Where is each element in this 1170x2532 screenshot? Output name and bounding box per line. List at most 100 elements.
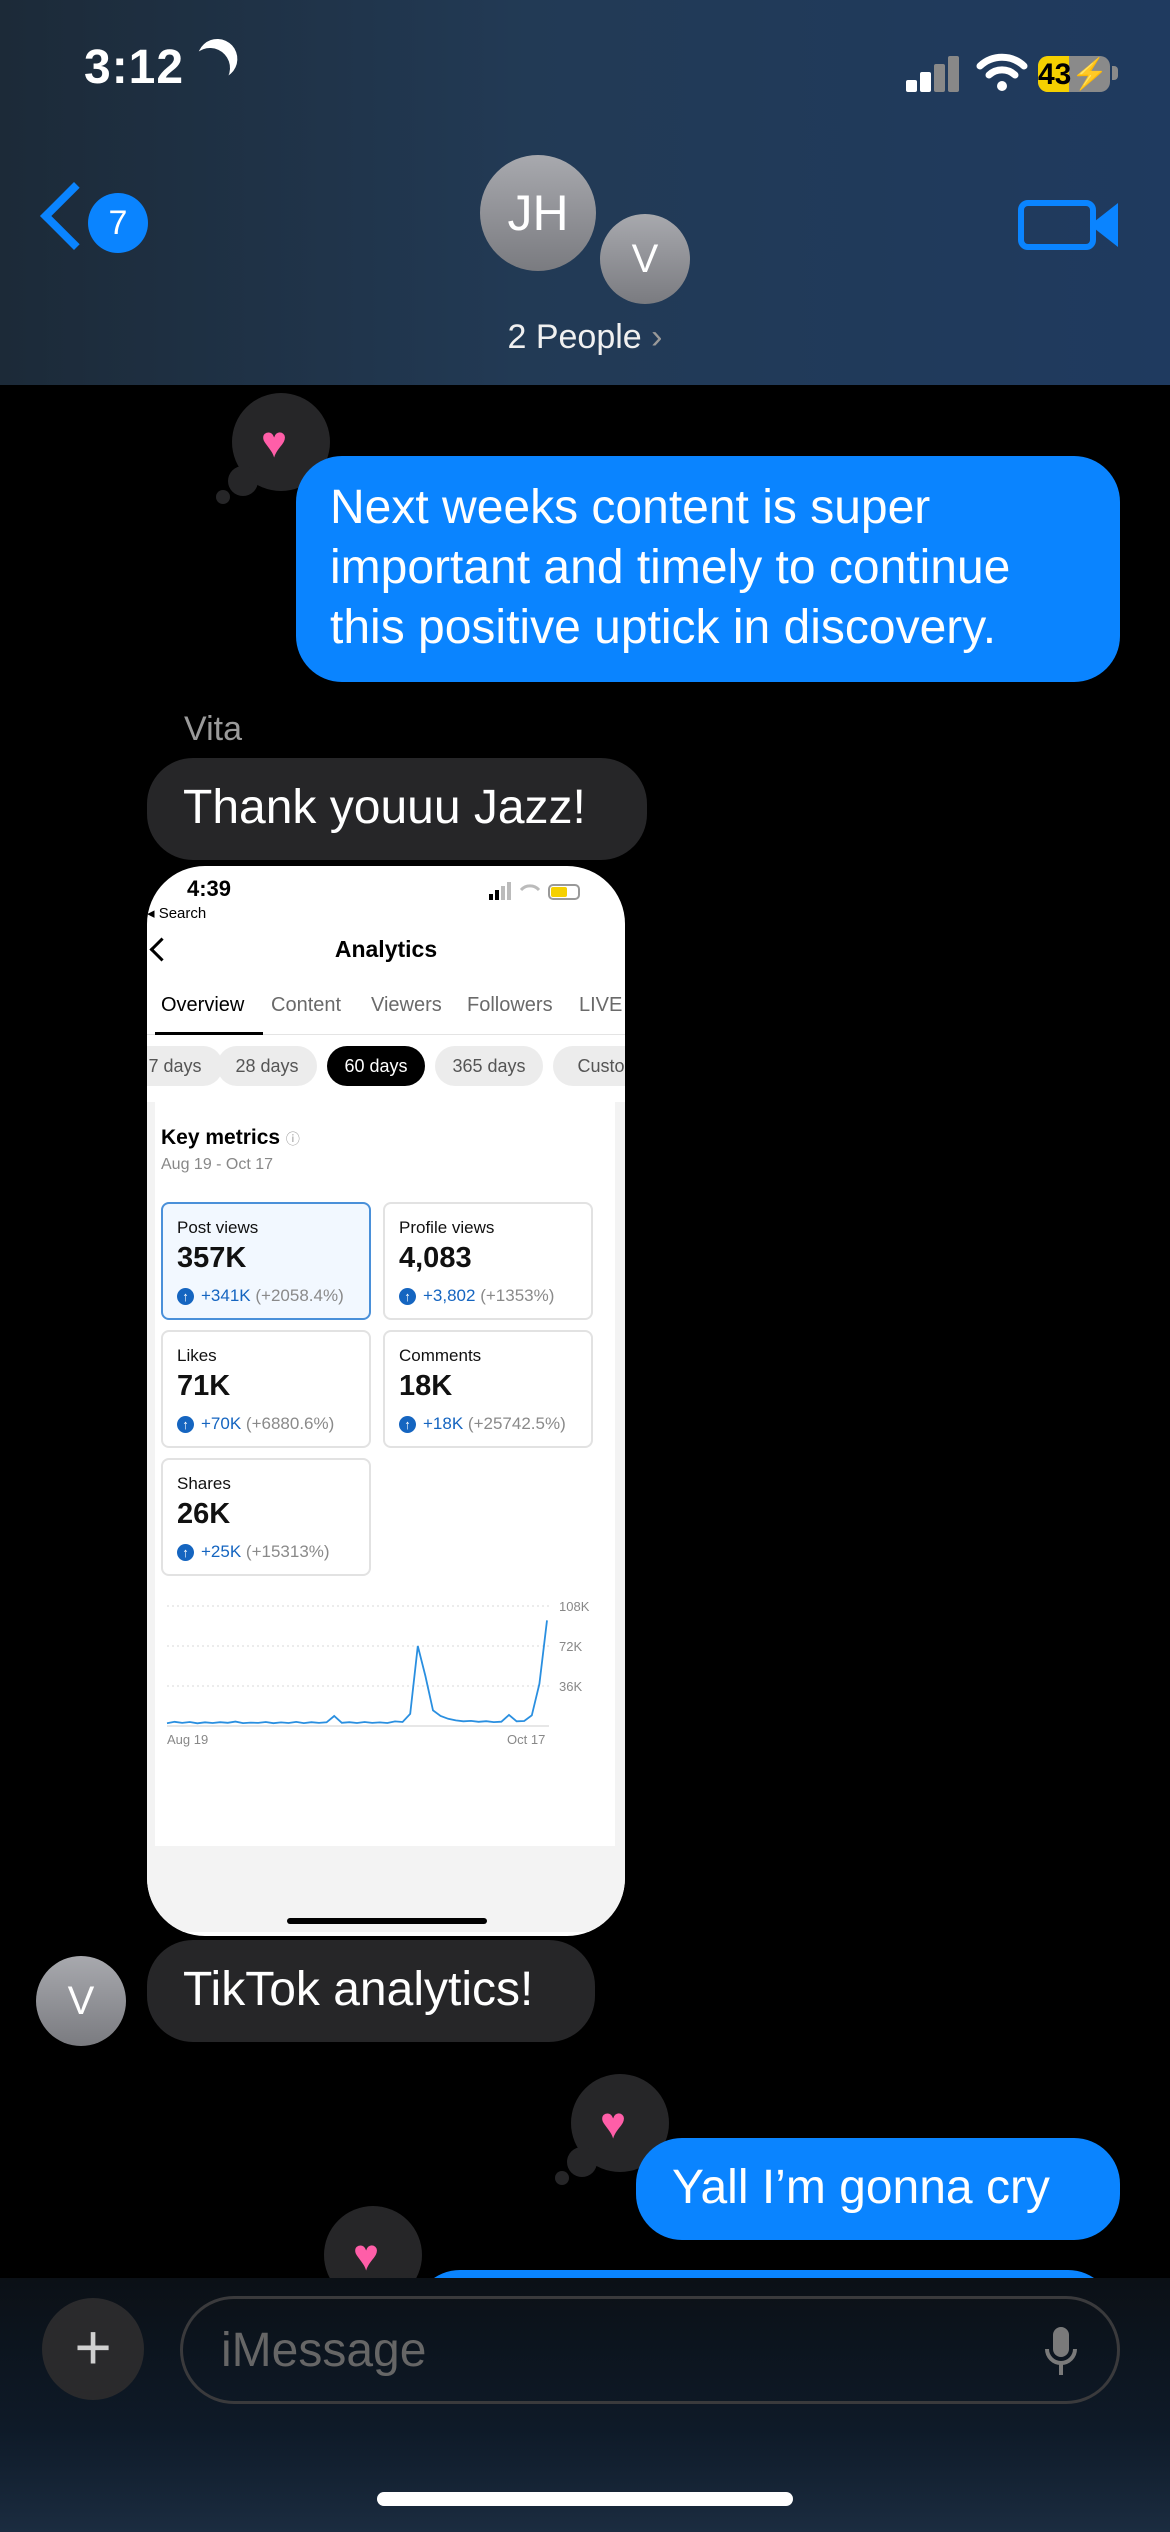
up-arrow-icon: ↑	[399, 1288, 416, 1305]
message-line: this positive uptick in discovery.	[330, 601, 997, 654]
plus-button[interactable]: +	[42, 2298, 144, 2400]
metric-card-likes: Likes 71K ↑ +70K (+6880.6%)	[161, 1330, 371, 1448]
battery-icon: 43⚡	[1038, 56, 1110, 92]
video-call-lens	[1090, 203, 1118, 247]
tapback-tail	[228, 466, 258, 496]
metric-change-value: +18K	[423, 1414, 464, 1433]
shot-range-pills: 7 days 28 days 60 days 365 days Custo	[147, 1046, 625, 1086]
shot-tab-live: LIVE	[579, 994, 623, 1016]
y-tick-label: 108K	[559, 1599, 590, 1614]
metric-change: +70K (+6880.6%)	[201, 1414, 334, 1434]
shot-tab-viewers: Viewers	[371, 994, 442, 1016]
message-bubble-incoming[interactable]: Thank youuu Jazz!	[147, 758, 647, 860]
metric-change-pct: (+2058.4%)	[255, 1286, 344, 1305]
shot-metrics-panel: Key metrics ⓘ Aug 19 - Oct 17 Post views…	[147, 1102, 625, 1932]
tapback-tail	[567, 2147, 597, 2177]
message-line: important and timely to continue	[330, 541, 1011, 594]
shot-range-28: 28 days	[217, 1046, 317, 1086]
tapback-tail	[555, 2171, 569, 2185]
heart-icon: ♥	[353, 2231, 380, 2280]
metric-card-profile-views: Profile views 4,083 ↑ +3,802 (+1353%)	[383, 1202, 593, 1320]
metric-value: 18K	[399, 1370, 453, 1402]
shot-home-indicator	[287, 1918, 487, 1924]
signal-icon	[906, 56, 959, 92]
metric-card-shares: Shares 26K ↑ +25K (+15313%)	[161, 1458, 371, 1576]
group-title[interactable]: 2 People ›	[0, 318, 1170, 357]
key-metrics-label: Key metrics	[161, 1126, 281, 1149]
wifi-icon	[976, 53, 1028, 91]
metric-value: 26K	[177, 1498, 231, 1530]
x-tick-label: Aug 19	[167, 1732, 208, 1747]
unread-count-badge[interactable]: 7	[88, 193, 148, 253]
shot-tab-followers: Followers	[467, 994, 553, 1016]
metric-change: +25K (+15313%)	[201, 1542, 330, 1562]
shot-tab-content: Content	[271, 994, 342, 1016]
shot-status-time: 4:39	[187, 876, 232, 901]
shot-metrics-card: Key metrics ⓘ Aug 19 - Oct 17 Post views…	[155, 1102, 615, 1846]
shot-back-search: ◂ Search	[147, 905, 207, 922]
up-arrow-icon: ↑	[177, 1288, 194, 1305]
battery-level: 43	[1038, 58, 1072, 91]
metric-value: 357K	[177, 1242, 247, 1274]
shot-range-60: 60 days	[327, 1046, 425, 1086]
message-bubble-incoming[interactable]: TikTok analytics!	[147, 1940, 595, 2042]
metric-change-pct: (+6880.6%)	[245, 1414, 335, 1433]
metric-change-pct: (+25742.5%)	[467, 1414, 566, 1433]
x-tick-label: Oct 17	[507, 1732, 545, 1747]
metric-change-value: +70K	[201, 1414, 242, 1433]
microphone-icon[interactable]	[1043, 2325, 1079, 2379]
avatar-v[interactable]: V	[600, 214, 690, 304]
metric-change: +3,802 (+1353%)	[423, 1286, 554, 1306]
shot-tab-overview: Overview	[161, 994, 245, 1016]
shot-range-7: 7 days	[147, 1046, 223, 1086]
metric-change: +341K (+2058.4%)	[201, 1286, 344, 1306]
y-tick-label: 36K	[559, 1679, 582, 1694]
metric-label: Post views	[177, 1218, 259, 1237]
metric-value: 4,083	[399, 1242, 472, 1274]
info-icon: ⓘ	[285, 1131, 300, 1147]
shot-tab-underline	[155, 1032, 263, 1035]
post-views-line	[166, 1620, 548, 1725]
key-metrics-title: Key metrics ⓘ	[161, 1126, 300, 1150]
heart-icon: ♥	[600, 2099, 627, 2148]
status-time: 3:12	[84, 41, 185, 94]
metric-card-comments: Comments 18K ↑ +18K (+25742.5%)	[383, 1330, 593, 1448]
home-indicator	[377, 2492, 793, 2506]
metric-change-value: +3,802	[423, 1286, 476, 1305]
metric-label: Likes	[177, 1346, 217, 1365]
chevron-right-icon: ›	[651, 318, 663, 356]
sender-name: Vita	[184, 710, 242, 748]
up-arrow-icon: ↑	[177, 1544, 194, 1561]
metric-change-pct: (+1353%)	[480, 1286, 555, 1305]
shot-status-icons	[489, 882, 580, 900]
date-range: Aug 19 - Oct 17	[161, 1156, 274, 1173]
metric-change-value: +341K	[201, 1286, 251, 1305]
plus-icon: +	[74, 2311, 112, 2383]
metric-label: Shares	[177, 1474, 231, 1493]
metric-label: Comments	[399, 1346, 482, 1365]
message-line: Next weeks content is super	[330, 481, 931, 534]
metric-change-pct: (+15313%)	[245, 1542, 330, 1561]
tapback-tail	[216, 490, 230, 504]
shot-range-custom: Custo	[553, 1046, 625, 1086]
message-input-placeholder: iMessage	[221, 2324, 427, 2377]
shot-tabs: Overview Content Viewers Followers LIVE	[147, 994, 625, 1035]
avatar-jh[interactable]: JH	[480, 155, 596, 271]
battery-cap	[1112, 66, 1118, 80]
shot-title: Analytics	[334, 936, 438, 962]
sender-avatar[interactable]: V	[36, 1956, 126, 2046]
metric-value: 71K	[177, 1370, 231, 1402]
analytics-screenshot[interactable]: 4:39 ◂ Search Analytics Overview Content…	[147, 866, 625, 1936]
message-bubble-outgoing[interactable]: Yall I’m gonna cry	[636, 2138, 1120, 2240]
metric-label: Profile views	[399, 1218, 495, 1237]
message-input[interactable]: iMessage	[180, 2296, 1120, 2404]
video-call-icon[interactable]	[1018, 200, 1096, 250]
metric-card-post-views: Post views 357K ↑ +341K (+2058.4%)	[161, 1202, 371, 1320]
post-views-chart: 108K 72K 36K Aug 19 Oct 17	[166, 1599, 590, 1747]
metric-change-value: +25K	[201, 1542, 242, 1561]
heart-icon: ♥	[261, 418, 288, 467]
up-arrow-icon: ↑	[399, 1416, 416, 1433]
up-arrow-icon: ↑	[177, 1416, 194, 1433]
message-bubble-outgoing[interactable]: Next weeks content is super important an…	[296, 456, 1120, 682]
y-tick-label: 72K	[559, 1639, 582, 1654]
